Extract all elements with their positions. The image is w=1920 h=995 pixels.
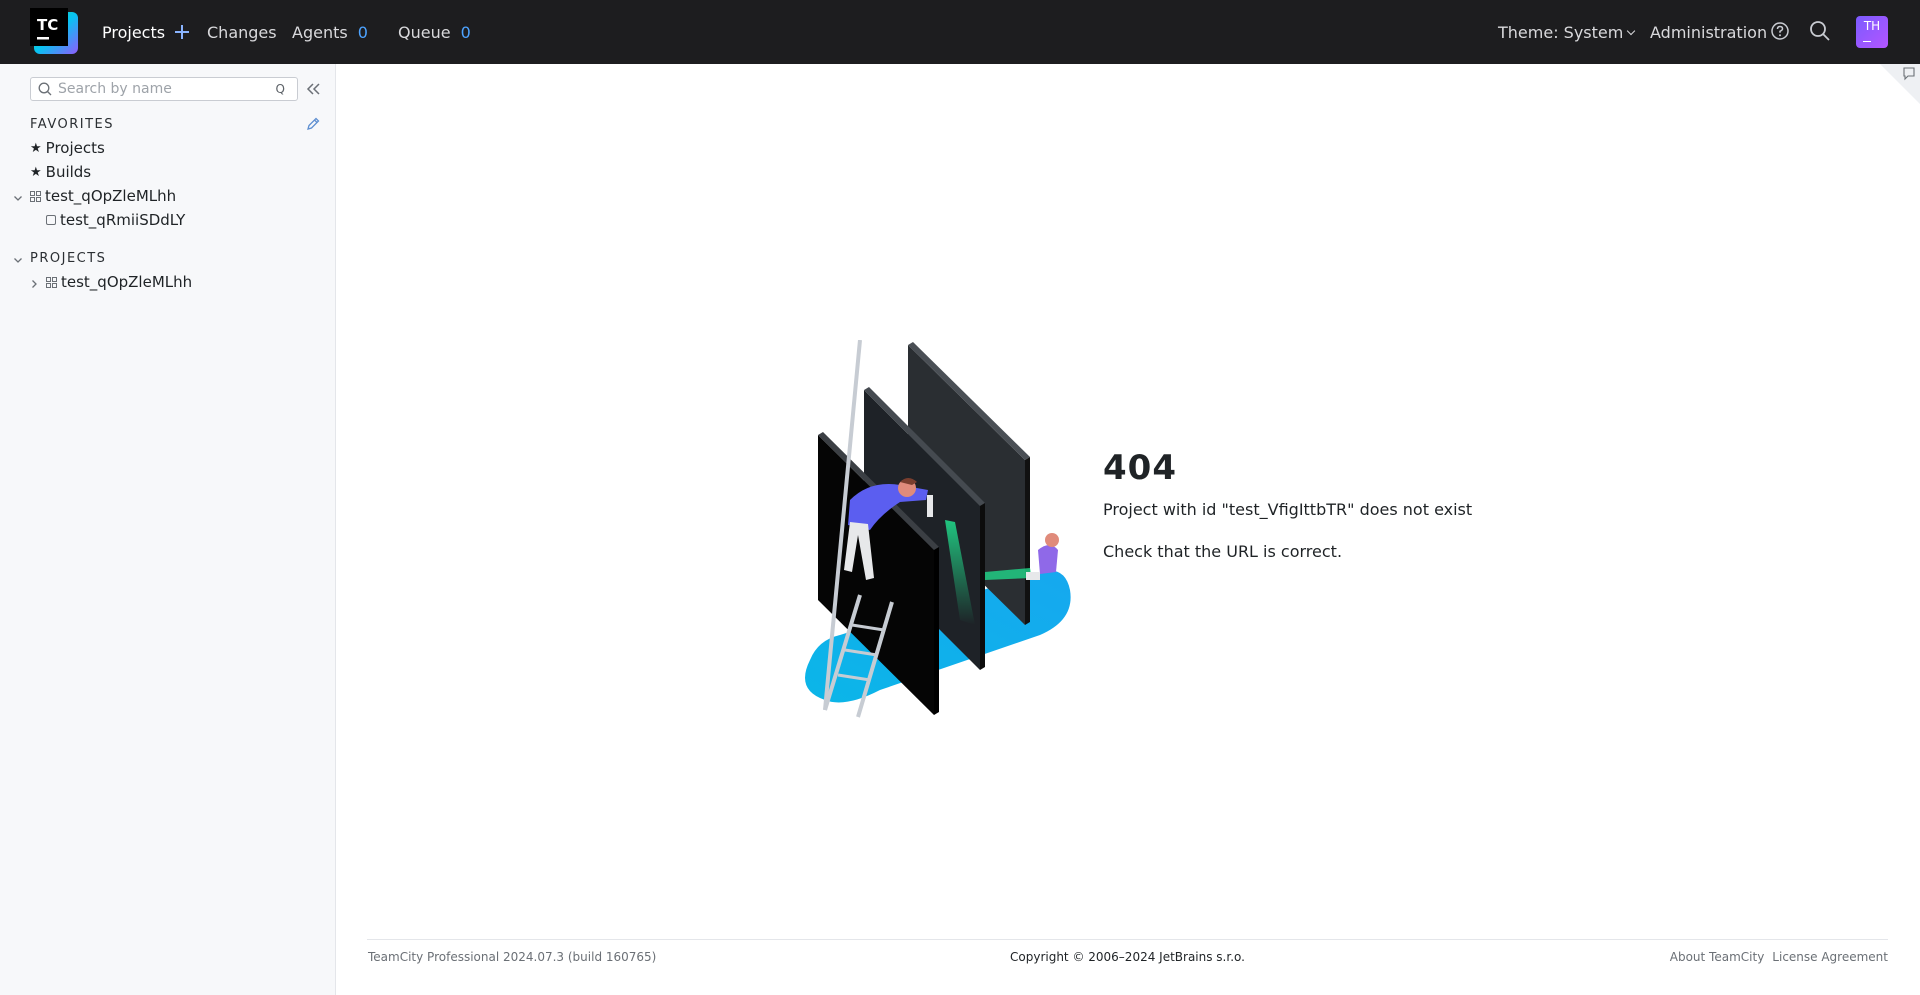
favorite-build-config-label: test_qRmiiSDdLY: [60, 211, 186, 229]
add-project-plus-icon[interactable]: [175, 25, 190, 39]
nav-agents[interactable]: Agents 0: [292, 0, 368, 64]
help-icon[interactable]: [1770, 21, 1792, 43]
nav-projects[interactable]: Projects: [102, 0, 190, 64]
project-tree-label: test_qOpZleMLhh: [61, 273, 193, 291]
nav-projects-label: Projects: [102, 22, 166, 42]
error-code: 404: [1103, 448, 1177, 488]
footer-copyright: Copyright © 2006–2024 JetBrains s.r.o.: [1010, 950, 1245, 964]
project-tree-item[interactable]: test_qOpZleMLhh: [46, 271, 192, 293]
star-icon: ★: [30, 140, 42, 156]
favorite-builds-label: Builds: [45, 163, 92, 181]
nav-queue-label: Queue: [398, 22, 451, 42]
user-avatar[interactable]: TH: [1856, 16, 1888, 48]
star-icon: ★: [30, 164, 42, 180]
edit-favorites-pencil-icon[interactable]: [305, 116, 321, 132]
projects-heading: PROJECTS: [30, 251, 107, 266]
search-shortcut-hint: Q: [275, 82, 285, 96]
error-message: Project with id "test_VfigIttbTR" does n…: [1103, 500, 1473, 519]
favorite-build-config-item[interactable]: test_qRmiiSDdLY: [46, 209, 185, 231]
top-navigation-bar: TC Projects Changes Agents 0 Queue 0 The…: [0, 0, 1920, 64]
footer-divider: [367, 939, 1888, 940]
project-grid-icon: [30, 190, 41, 202]
avatar-initials: TH: [1863, 19, 1881, 33]
queue-count-badge: 0: [460, 22, 471, 42]
favorite-project-label: test_qOpZleMLhh: [45, 187, 177, 205]
search-icon[interactable]: [1809, 20, 1831, 42]
about-teamcity-link[interactable]: About TeamCity: [1670, 950, 1765, 964]
feedback-corner[interactable]: [1880, 64, 1920, 104]
logo-text: TC: [37, 16, 58, 34]
nav-changes[interactable]: Changes: [207, 0, 277, 64]
nav-queue[interactable]: Queue 0: [398, 0, 471, 64]
favorites-heading: FAVORITES: [30, 117, 115, 132]
search-icon: [38, 82, 52, 96]
collapse-sidebar-icon[interactable]: [305, 80, 323, 98]
build-configuration-icon: [46, 215, 56, 225]
favorite-projects-link[interactable]: ★ Projects: [30, 137, 105, 159]
error-hint: Check that the URL is correct.: [1103, 542, 1343, 561]
favorite-project-item[interactable]: test_qOpZleMLhh: [30, 185, 176, 207]
search-input[interactable]: [58, 81, 258, 97]
license-agreement-link[interactable]: License Agreement: [1772, 950, 1888, 964]
nav-administration[interactable]: Administration: [1650, 0, 1767, 64]
agents-count-badge: 0: [357, 22, 368, 42]
sidebar-search[interactable]: Q: [30, 77, 298, 101]
not-found-illustration: [800, 339, 1075, 720]
footer-links: About TeamCity License Agreement: [1670, 950, 1888, 964]
theme-selector-label: Theme: System: [1498, 22, 1624, 42]
favorite-builds-link[interactable]: ★ Builds: [30, 161, 91, 183]
footer-version: TeamCity Professional 2024.07.3 (build 1…: [368, 950, 657, 964]
chevron-down-icon[interactable]: [12, 252, 24, 264]
theme-selector[interactable]: Theme: System: [1498, 0, 1636, 64]
favorite-projects-label: Projects: [45, 139, 105, 157]
chevron-right-icon[interactable]: [28, 276, 40, 288]
sidebar: Q FAVORITES ★ Projects ★ Builds test_qOp…: [0, 64, 336, 995]
nav-changes-label: Changes: [207, 22, 277, 42]
nav-administration-label: Administration: [1650, 22, 1768, 42]
project-grid-icon: [46, 276, 57, 288]
teamcity-logo[interactable]: TC: [30, 8, 80, 56]
chevron-down-icon[interactable]: [12, 190, 24, 202]
chevron-down-icon: [1627, 26, 1636, 35]
nav-agents-label: Agents: [292, 22, 348, 42]
